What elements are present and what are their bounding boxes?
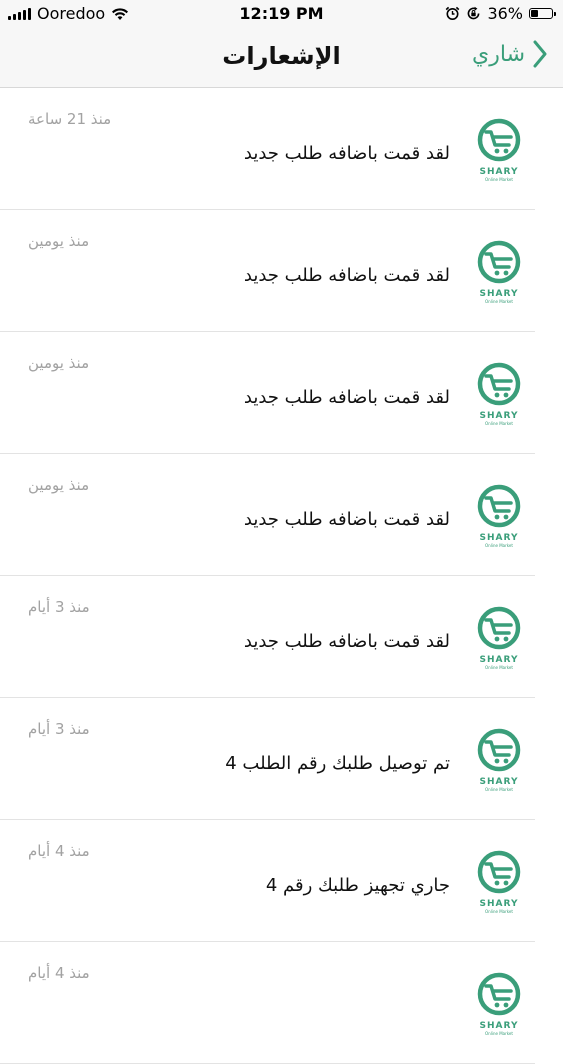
notification-message: لقد قمت باضافه طلب جديد <box>243 509 450 530</box>
alarm-clock-icon <box>446 6 460 20</box>
shopping-cart-logo-icon <box>474 484 521 528</box>
logo-brand-text: SHARY <box>479 1021 519 1031</box>
logo-tagline-text: Online Market <box>485 177 513 182</box>
notification-time: منذ 3 أيام <box>28 598 90 616</box>
logo-tagline-text: Online Market <box>485 665 513 670</box>
logo-tagline-text: Online Market <box>485 1031 513 1036</box>
shary-logo: SHARY Online Market <box>473 970 525 1040</box>
notification-time: منذ يومين <box>28 232 90 250</box>
notification-row[interactable]: منذ 4 أيام جاري تجهيز طلبك رقم 4 SHARY O… <box>0 820 563 942</box>
logo-tagline-text: Online Market <box>485 909 513 914</box>
logo-brand-text: SHARY <box>479 533 519 543</box>
notification-time: منذ يومين <box>28 476 90 494</box>
notification-message: لقد قمت باضافه طلب جديد <box>243 265 450 286</box>
notification-row[interactable]: منذ 4 أيام SHARY Online Market <box>0 942 563 1064</box>
chevron-right-icon <box>533 40 547 68</box>
logo-brand-text: SHARY <box>479 777 519 787</box>
notification-message: لقد قمت باضافه طلب جديد <box>243 387 450 408</box>
logo-brand-text: SHARY <box>479 167 519 177</box>
back-button[interactable]: شاري <box>472 40 547 68</box>
logo-brand-text: SHARY <box>479 899 519 909</box>
logo-tagline-text: Online Market <box>485 299 513 304</box>
logo-brand-text: SHARY <box>479 655 519 665</box>
battery-icon <box>529 8 556 19</box>
notification-row[interactable]: منذ 3 أيام تم توصيل طلبك رقم الطلب 4 SHA… <box>0 698 563 820</box>
shopping-cart-logo-icon <box>474 972 521 1016</box>
shary-logo: SHARY Online Market <box>473 604 525 674</box>
logo-tagline-text: Online Market <box>485 787 513 792</box>
shopping-cart-logo-icon <box>474 118 521 162</box>
shopping-cart-logo-icon <box>474 362 521 406</box>
shopping-cart-logo-icon <box>474 606 521 650</box>
status-right: 36% <box>445 4 556 23</box>
notification-row[interactable]: منذ يومين لقد قمت باضافه طلب جديد SHARY … <box>0 454 563 576</box>
notification-message: جاري تجهيز طلبك رقم 4 <box>265 875 450 896</box>
notification-message: لقد قمت باضافه طلب جديد <box>243 631 450 652</box>
notification-row[interactable]: منذ يومين لقد قمت باضافه طلب جديد SHARY … <box>0 332 563 454</box>
shopping-cart-logo-icon <box>474 240 521 284</box>
notifications-list: منذ 21 ساعة لقد قمت باضافه طلب جديد SHAR… <box>0 88 563 1064</box>
shopping-cart-logo-icon <box>474 850 521 894</box>
logo-brand-text: SHARY <box>479 289 519 299</box>
logo-tagline-text: Online Market <box>485 543 513 548</box>
shary-logo: SHARY Online Market <box>473 848 525 918</box>
notification-row[interactable]: منذ يومين لقد قمت باضافه طلب جديد SHARY … <box>0 210 563 332</box>
shary-logo: SHARY Online Market <box>473 238 525 308</box>
rotation-lock-icon <box>468 6 480 20</box>
status-bar: Ooredoo 12:19 PM 36% <box>0 0 563 28</box>
notification-time: منذ 3 أيام <box>28 720 90 738</box>
shary-logo: SHARY Online Market <box>473 726 525 796</box>
notification-message: تم توصيل طلبك رقم الطلب 4 <box>225 753 450 774</box>
back-button-label: شاري <box>472 41 525 67</box>
shary-logo: SHARY Online Market <box>473 360 525 430</box>
shopping-cart-logo-icon <box>474 728 521 772</box>
notification-row[interactable]: منذ 3 أيام لقد قمت باضافه طلب جديد SHARY… <box>0 576 563 698</box>
logo-brand-text: SHARY <box>479 411 519 421</box>
notification-row[interactable]: منذ 21 ساعة لقد قمت باضافه طلب جديد SHAR… <box>0 88 563 210</box>
shary-logo: SHARY Online Market <box>473 116 525 186</box>
notification-time: منذ 21 ساعة <box>28 110 112 128</box>
notification-time: منذ 4 أيام <box>28 842 90 860</box>
logo-tagline-text: Online Market <box>485 421 513 426</box>
notification-message: لقد قمت باضافه طلب جديد <box>243 143 450 164</box>
shary-logo: SHARY Online Market <box>473 482 525 552</box>
navigation-bar: الإشعارات شاري <box>0 28 563 88</box>
notification-time: منذ يومين <box>28 354 90 372</box>
notification-time: منذ 4 أيام <box>28 964 90 982</box>
battery-percentage: 36% <box>487 4 523 23</box>
